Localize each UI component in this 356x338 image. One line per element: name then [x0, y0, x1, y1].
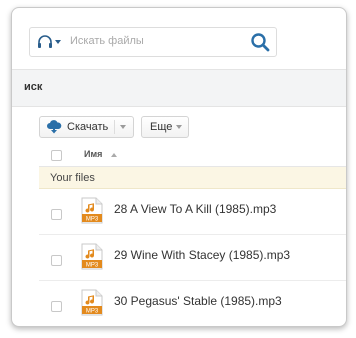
table-row[interactable]: MP3 29 Wine With Stacey (1985).mp3 [39, 235, 346, 281]
select-all-checkbox[interactable] [51, 150, 62, 161]
download-button[interactable]: Скачать [39, 116, 134, 138]
app-window: Искать файлы иск Скачать Еще Имя Your fi… [11, 7, 347, 327]
more-label: Еще [150, 121, 173, 133]
mp3-file-icon: MP3 [81, 289, 103, 316]
file-name[interactable]: 30 Pegasus' Stable (1985).mp3 [114, 294, 282, 308]
mp3-file-icon: MP3 [81, 243, 103, 270]
search-bar[interactable]: Искать файлы [29, 27, 277, 57]
headset-icon[interactable] [36, 34, 62, 50]
sort-ascending-icon[interactable] [111, 153, 117, 157]
cloud-download-icon [46, 120, 62, 134]
mp3-badge: MP3 [86, 309, 99, 315]
row-checkbox[interactable] [51, 301, 62, 312]
mp3-file-icon: MP3 [81, 197, 103, 224]
header-title: иск [24, 81, 43, 93]
page-header-band: иск [12, 69, 346, 107]
file-name[interactable]: 29 Wine With Stacey (1985).mp3 [114, 248, 290, 262]
more-button[interactable]: Еще [141, 116, 189, 138]
button-divider [114, 120, 115, 134]
table-header: Имя [39, 144, 346, 167]
chevron-down-icon[interactable] [120, 125, 126, 129]
mp3-badge: MP3 [86, 217, 99, 223]
search-icon[interactable] [249, 31, 271, 53]
row-checkbox[interactable] [51, 255, 62, 266]
name-column-header[interactable]: Имя [84, 149, 102, 159]
chevron-down-icon [55, 40, 61, 44]
download-label: Скачать [67, 121, 109, 133]
your-files-section: Your files [39, 167, 346, 189]
table-row[interactable]: MP3 28 A View To A Kill (1985).mp3 [39, 189, 346, 235]
section-label: Your files [50, 172, 95, 184]
file-name[interactable]: 28 A View To A Kill (1985).mp3 [114, 202, 276, 216]
table-row[interactable]: MP3 30 Pegasus' Stable (1985).mp3 [39, 281, 346, 326]
chevron-down-icon [176, 125, 182, 129]
row-checkbox[interactable] [51, 209, 62, 220]
search-input[interactable]: Искать файлы [70, 35, 144, 47]
mp3-badge: MP3 [86, 263, 99, 269]
